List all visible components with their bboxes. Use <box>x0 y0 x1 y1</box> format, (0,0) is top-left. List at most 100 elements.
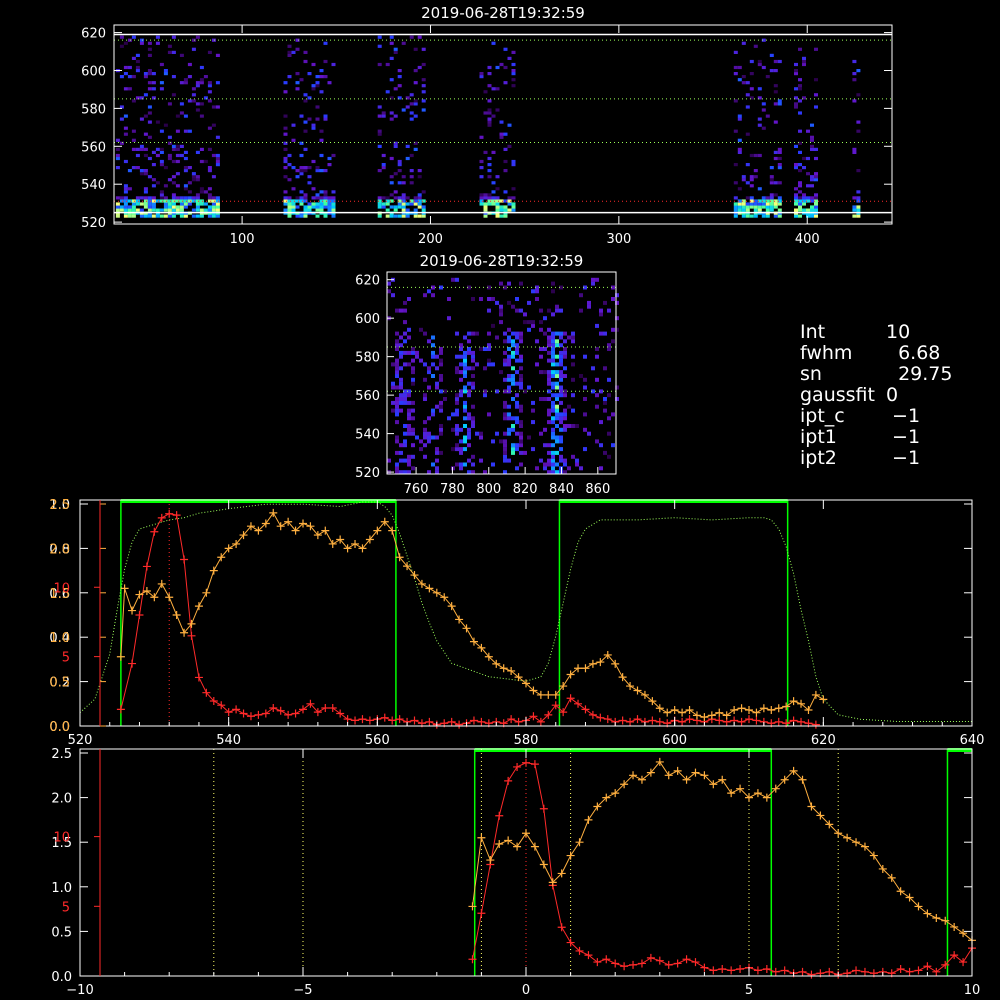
spectrogram-pixel <box>551 312 555 317</box>
info-key: fwhm <box>800 342 853 364</box>
spectrogram-pixel <box>810 214 814 218</box>
spectrogram-pixel <box>798 47 802 51</box>
red-series-point <box>343 715 352 724</box>
spectrogram-pixel <box>531 289 535 294</box>
spectrogram-pixel <box>327 81 332 85</box>
spectrogram-pixel <box>423 435 427 440</box>
spectrogram-pixel <box>591 366 595 371</box>
spectrogram-pixel <box>551 466 555 471</box>
spectrogram-pixel <box>431 374 435 378</box>
spectrogram-pixel <box>403 350 407 355</box>
red-series-point <box>150 527 159 536</box>
spectrogram-pixel <box>211 202 216 206</box>
spectrogram-pixel <box>401 205 406 209</box>
spectrogram-pixel <box>195 193 200 197</box>
orange-series-point <box>843 833 852 842</box>
spectrogram-pixel <box>163 72 168 76</box>
spectrogram-pixel <box>143 172 148 176</box>
spectrogram-pixel <box>423 393 427 398</box>
spectrogram-pixel <box>583 427 587 432</box>
spectrogram-pixel <box>147 87 152 91</box>
spectrogram-pixel <box>287 50 292 54</box>
top-spectrogram-panel: 2019-06-28T19:32:59100 200 300 400520540560… <box>81 4 893 247</box>
spectrogram-pixel <box>495 202 500 206</box>
spectrogram-pixel <box>483 202 488 206</box>
spectrogram-pixel <box>745 196 750 200</box>
spectrogram-pixel <box>856 93 861 97</box>
spectrogram-pixel <box>483 393 487 398</box>
spectrogram-pixel <box>463 370 467 375</box>
spectrogram-pixel <box>794 193 798 197</box>
spectrogram-pixel <box>299 190 304 194</box>
spectrogram-pixel <box>331 196 336 200</box>
spectrogram-pixel <box>127 169 132 173</box>
spectrogram-pixel <box>471 462 475 467</box>
spectrogram-pixel <box>191 172 196 176</box>
spectrogram-pixel <box>463 424 467 428</box>
spectrogram-pixel <box>511 447 515 452</box>
spectrogram-pixel <box>407 335 411 340</box>
red-series-point <box>246 712 255 721</box>
info-value: 6.68 <box>886 342 941 364</box>
orange-series-point <box>157 579 166 588</box>
x-tick-label: 780 <box>440 482 465 497</box>
spectrogram-pixel <box>295 87 300 91</box>
spectrogram-pixel <box>455 443 459 448</box>
y-tick-label: 2.0 <box>51 792 72 807</box>
spectrogram-pixel <box>409 181 414 185</box>
orange-series-point <box>566 851 575 860</box>
spectrogram-pixel <box>798 84 802 88</box>
spectrogram-pixel <box>381 153 386 158</box>
spectrogram-pixel <box>503 47 508 51</box>
spectrogram-pixel <box>794 187 798 191</box>
spectrogram-pixel <box>397 169 402 173</box>
spectrogram-pixel <box>291 187 296 191</box>
spectrogram-pixel <box>171 75 176 79</box>
spectrogram-pixel <box>463 374 467 378</box>
spectrogram-pixel <box>479 193 484 197</box>
spectrogram-pixel <box>407 408 411 413</box>
spectrogram-pixel <box>543 427 547 432</box>
spectrogram-pixel <box>395 362 399 367</box>
spectrogram-pixel <box>199 190 204 194</box>
spectrogram-pixel <box>777 59 782 64</box>
spectrogram-pixel <box>757 187 762 191</box>
spectrogram-pixel <box>331 153 336 158</box>
spectrogram-pixel <box>814 172 818 176</box>
spectrogram-pixel <box>323 196 328 200</box>
spectrogram-pixel <box>753 153 758 158</box>
spectrogram-pixel <box>215 153 220 158</box>
spectrogram-pixel <box>167 153 172 158</box>
spectrogram-pixel <box>143 199 148 203</box>
red-scale-tick-label: 5 <box>62 900 70 915</box>
spectrogram-pixel <box>571 393 575 398</box>
orange-series-point <box>663 708 672 717</box>
spectrogram-pixel <box>495 87 500 91</box>
red-series-point <box>581 705 590 714</box>
spectrogram-pixel <box>399 443 403 448</box>
spectrogram-pixel <box>519 408 523 413</box>
spectrogram-pixel <box>757 59 762 64</box>
spectrogram-pixel <box>421 99 426 103</box>
spectrogram-pixel <box>123 208 128 212</box>
spectrogram-pixel <box>183 78 188 82</box>
spectrogram-pixel <box>299 196 304 200</box>
spectrogram-pixel <box>463 335 467 340</box>
spectrogram-pixel <box>555 385 559 390</box>
orange-series-point <box>782 702 791 711</box>
spectrogram-pixel <box>131 202 136 206</box>
spectrogram-pixel <box>171 202 176 206</box>
spectrogram-pixel <box>135 208 140 212</box>
spectrogram-pixel <box>551 339 555 344</box>
spectrogram-pixel <box>777 166 782 170</box>
spectrogram-pixel <box>487 156 492 161</box>
red-series-point <box>678 717 687 726</box>
spectrogram-pixel <box>299 114 304 118</box>
spectrogram-pixel <box>415 354 419 359</box>
spectrogram-pixel <box>139 38 144 42</box>
spectrogram-pixel <box>499 120 504 124</box>
spectrogram-pixel <box>171 147 176 151</box>
spectrogram-pixel <box>147 111 152 115</box>
y-tick-label: 620 <box>81 27 106 42</box>
spectrogram-pixel <box>551 408 555 413</box>
